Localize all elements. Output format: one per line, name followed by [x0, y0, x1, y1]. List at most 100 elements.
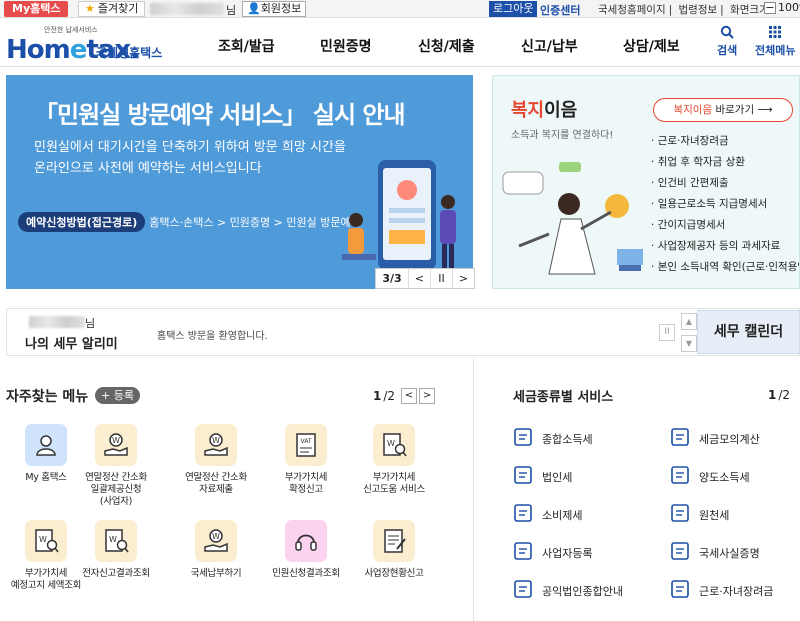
quick-menu-item[interactable]: 사업장현황신고	[358, 520, 430, 580]
nav-certificate[interactable]: 민원증명	[320, 36, 372, 56]
screen-size-label: 화면크기	[730, 4, 769, 16]
welfare-illustration	[502, 162, 643, 275]
nav-inquiry[interactable]: 조회/발급	[218, 36, 275, 56]
headset-icon	[285, 520, 327, 562]
document-pen-icon	[373, 520, 415, 562]
user-suffix: 님	[226, 4, 237, 17]
law-info-link[interactable]: 법령정보	[679, 4, 718, 16]
tax-service-label: 세금모의계산	[699, 432, 760, 446]
svg-text:W: W	[387, 439, 395, 448]
nav-consultation[interactable]: 상담/제보	[623, 36, 680, 56]
money-hand-icon: W	[195, 424, 237, 466]
logout-button[interactable]: 로그아웃	[489, 1, 538, 17]
pager-total: /2	[778, 388, 791, 402]
quick-menu-item[interactable]: W 부가가치세 예정고지 세액조회	[10, 520, 82, 592]
tax-service-item[interactable]: 근로·자녀장려금	[669, 578, 773, 603]
document-search-icon: W	[373, 424, 415, 466]
nav-filing-payment[interactable]: 신고/납부	[521, 36, 578, 56]
tax-calendar-button[interactable]: 세무 캘린더	[697, 310, 800, 354]
banner-prev-button[interactable]: <	[408, 269, 430, 288]
quick-menu-label: 민원신청결과조회	[272, 568, 340, 579]
alarm-pause-button[interactable]: II	[659, 324, 675, 341]
my-hometax-button[interactable]: My홈택스	[4, 1, 69, 17]
tax-service-item[interactable]: 세금모의계산	[669, 426, 760, 451]
tax-service-item[interactable]: 양도소득세	[669, 464, 750, 489]
quick-menu-pager: 1/2 < >	[373, 388, 436, 404]
income-tax-icon	[512, 426, 542, 451]
quick-menu-item[interactable]: W 전자신고결과조회	[80, 520, 152, 580]
public-corp-icon	[512, 578, 542, 603]
welfare-item[interactable]: · 간이지급명세서	[651, 215, 799, 236]
tax-service-label: 원천세	[699, 508, 730, 522]
tax-service-label: 근로·자녀장려금	[699, 584, 774, 598]
banner-next-button[interactable]: >	[452, 269, 474, 288]
tax-service-label: 법인세	[542, 470, 573, 484]
welfare-item[interactable]: · 취업 후 학자금 상환	[651, 152, 799, 173]
nav-application[interactable]: 신청/제출	[418, 36, 475, 56]
tax-service-label: 종합소득세	[542, 432, 593, 446]
quick-menu-item[interactable]: VAT 부가가치세 확정신고	[270, 424, 342, 496]
star-icon: ★	[85, 2, 95, 15]
pager-prev-button[interactable]: <	[401, 388, 418, 404]
all-menu-label: 전체메뉴	[755, 44, 796, 57]
banner-pause-button[interactable]: II	[430, 269, 452, 288]
zoom-value: 100%	[778, 1, 800, 14]
welfare-item[interactable]: · 근로·자녀장려금	[651, 131, 799, 152]
top-links: 국세청홈페이지 | 법령정보 | 화면크기	[598, 4, 769, 16]
zoom-out-button[interactable]: −	[764, 2, 776, 14]
banner-counter: 3/3	[382, 272, 402, 285]
tax-service-label: 양도소득세	[699, 470, 750, 484]
path-text: 홈택스·손택스 > 민원증명 > 민원실 방문예약	[149, 216, 361, 229]
person-icon	[25, 424, 67, 466]
quick-menu-label: 연말정산 간소화 자료제출	[185, 472, 247, 495]
quick-menu-item[interactable]: W 연말정산 간소화 자료제출	[180, 424, 252, 496]
tax-service-item[interactable]: 공익법인종합안내	[512, 578, 623, 603]
path-pill: 예약신청방법(접근경로)	[18, 212, 146, 232]
hometax-logo[interactable]: 안전한 납세서비스 Hometax. 국세청홈택스	[6, 23, 166, 65]
svg-text:W: W	[39, 535, 47, 544]
pager-next-button[interactable]: >	[419, 388, 436, 404]
svg-text:VAT: VAT	[300, 438, 311, 445]
quick-menu-item[interactable]: W 부가가치세 신고도움 서비스	[358, 424, 430, 496]
quick-menu-item[interactable]: 민원신청결과조회	[270, 520, 342, 580]
quick-menu-item[interactable]: My 홈택스	[10, 424, 82, 484]
search-icon	[720, 25, 734, 39]
quick-menu-item[interactable]: W 연말정산 간소화 일괄제공신청 (사업자)	[80, 424, 152, 508]
welfare-item[interactable]: · 사업장제공자 등의 과세자료	[651, 236, 799, 257]
alarm-title: 나의 세무 알리미	[25, 337, 118, 352]
tax-service-item[interactable]: 법인세	[512, 464, 572, 489]
tax-calculator-icon	[669, 426, 699, 451]
welfare-go-button[interactable]: 복지이음 바로가기 ⟶	[653, 98, 793, 122]
cert-center-link[interactable]: 인증센터	[540, 2, 580, 18]
quick-menu-label: 부가가치세 예정고지 세액조회	[10, 568, 82, 591]
tax-service-item[interactable]: 종합소득세	[512, 426, 593, 451]
quick-menu-item[interactable]: W 국세납부하기	[180, 520, 252, 580]
quick-menu-label: 국세납부하기	[190, 568, 242, 579]
svg-text:W: W	[212, 532, 220, 541]
tax-service-item[interactable]: 사업자등록	[512, 540, 593, 565]
tax-service-item[interactable]: 국세사실증명	[669, 540, 760, 565]
quick-menu-register-button[interactable]: + 등록	[95, 387, 140, 404]
excise-tax-icon	[512, 502, 542, 527]
welfare-item[interactable]: · 일용근로소득 지급명세서	[651, 194, 799, 215]
member-info-button[interactable]: 👤회원정보	[242, 1, 307, 17]
welfare-item[interactable]: · 인건비 간편제출	[651, 173, 799, 194]
favorites-button[interactable]: ★ 즐겨찾기	[78, 1, 146, 17]
search-button[interactable]: 검색	[717, 25, 737, 58]
person-icon: 👤	[247, 2, 261, 15]
tax-service-label: 공익법인종합안내	[542, 584, 623, 598]
all-menu-button[interactable]: 전체메뉴	[755, 25, 795, 58]
alarm-down-button[interactable]: ▼	[681, 335, 697, 352]
quick-menu-label: 부가가치세 신고도움 서비스	[363, 472, 425, 495]
logo-korean: 국세청홈택스	[96, 46, 163, 60]
main-banner[interactable]: 「민원실 방문예약 서비스」 실시 안내 민원실에서 대기시간을 단축하기 위하…	[6, 75, 473, 289]
welfare-item[interactable]: · 본인 소득내역 확인(근로·인적용역)	[651, 257, 799, 278]
vat-document-icon: VAT	[285, 424, 327, 466]
welfare-title: 복지이음	[511, 100, 578, 121]
alarm-up-button[interactable]: ▲	[681, 313, 697, 330]
nts-homepage-link[interactable]: 국세청홈페이지	[598, 4, 666, 16]
tax-service-item[interactable]: 소비제세	[512, 502, 582, 527]
tax-service-item[interactable]: 원천세	[669, 502, 729, 527]
quick-menu-label: 전자신고결과조회	[82, 568, 150, 579]
pager-total: /2	[383, 389, 396, 403]
